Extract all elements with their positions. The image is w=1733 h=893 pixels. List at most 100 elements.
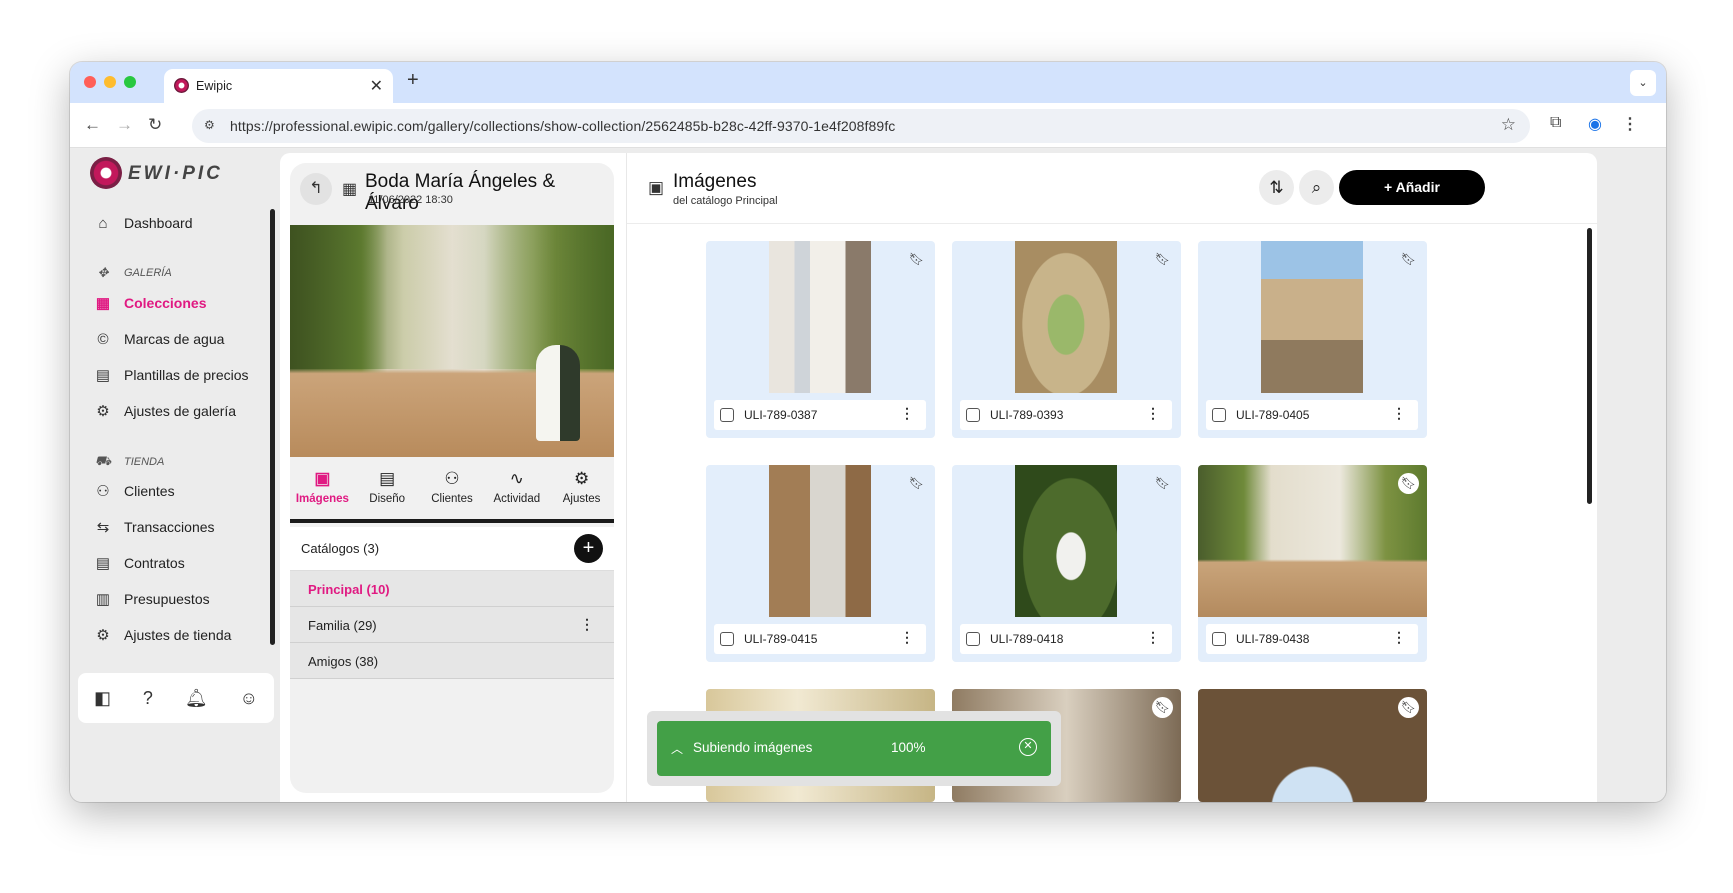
tab-label: Ajustes bbox=[562, 493, 601, 505]
sidebar-item-plantillas-de-precios[interactable]: ▤ Plantillas de precios bbox=[92, 361, 249, 389]
browser-menu-icon[interactable]: ⋮ bbox=[1622, 114, 1638, 134]
back-button[interactable]: ↰ bbox=[300, 173, 332, 205]
reload-icon[interactable]: ↻ bbox=[148, 115, 162, 135]
image-name: ULI-789-0438 bbox=[1236, 632, 1310, 646]
close-window-button[interactable] bbox=[84, 76, 96, 88]
chevron-up-icon[interactable]: ︿ bbox=[671, 740, 683, 757]
image-card-footer: ULI-789-0405 ⋮ bbox=[1206, 400, 1418, 430]
image-thumbnail[interactable] bbox=[1015, 465, 1117, 617]
image-card[interactable]: 🔖︎ ULI-789-0387 ⋮ bbox=[706, 241, 935, 438]
image-thumbnail[interactable] bbox=[1261, 241, 1363, 393]
select-checkbox[interactable] bbox=[720, 408, 734, 422]
image-more-icon[interactable]: ⋮ bbox=[900, 629, 914, 646]
bookmark-icon[interactable]: 🔖︎ bbox=[1398, 697, 1419, 718]
account-icon[interactable]: ☺ bbox=[240, 688, 258, 709]
catalog-item-familia[interactable]: Familia (29) ⋮ bbox=[290, 607, 614, 643]
sidebar-item-ajustes-de-galeria[interactable]: ⚙ Ajustes de galería bbox=[92, 397, 236, 425]
collection-date: 11/06/2022 18:30 bbox=[368, 194, 453, 206]
sidebar-item-contratos[interactable]: ▤ Contratos bbox=[92, 549, 185, 577]
tab-ajustes[interactable]: ⚙ Ajustes bbox=[549, 457, 614, 519]
bookmark-icon[interactable]: 🔖︎ bbox=[1398, 473, 1419, 494]
image-more-icon[interactable]: ⋮ bbox=[1146, 405, 1160, 422]
image-thumbnail[interactable] bbox=[1015, 241, 1117, 393]
sidebar-item-transacciones[interactable]: ⇆ Transacciones bbox=[92, 513, 215, 541]
image-card[interactable]: 🔖︎ ULI-789-0405 ⋮ bbox=[1198, 241, 1427, 438]
bookmark-icon[interactable]: 🔖︎ bbox=[1152, 473, 1173, 494]
tab-diseno[interactable]: ▤ Diseño bbox=[355, 457, 420, 519]
new-tab-button[interactable]: + bbox=[407, 69, 419, 92]
sidebar-scrollbar[interactable] bbox=[270, 209, 275, 645]
select-checkbox[interactable] bbox=[966, 408, 980, 422]
bookmark-icon[interactable]: 🔖︎ bbox=[1152, 697, 1173, 718]
image-more-icon[interactable]: ⋮ bbox=[1392, 405, 1406, 422]
select-checkbox[interactable] bbox=[966, 632, 980, 646]
search-button[interactable]: ⌕ bbox=[1299, 170, 1334, 205]
image-more-icon[interactable]: ⋮ bbox=[1146, 629, 1160, 646]
address-bar[interactable]: ⚙ https://professional.ewipic.com/galler… bbox=[192, 109, 1530, 143]
image-card[interactable]: 🔖︎ ULI-789-0415 ⋮ bbox=[706, 465, 935, 662]
bookmark-icon[interactable]: 🔖︎ bbox=[1152, 249, 1173, 270]
bookmark-icon[interactable]: 🔖︎ bbox=[1398, 249, 1419, 270]
image-thumbnail[interactable] bbox=[769, 241, 871, 393]
browser-toolbar: ← → ↻ ⚙ https://professional.ewipic.com/… bbox=[70, 103, 1666, 148]
image-card[interactable]: 🔖︎ ULI-789-0418 ⋮ bbox=[952, 465, 1181, 662]
sidebar-item-label: Contratos bbox=[124, 555, 185, 571]
sidebar-item-clientes[interactable]: ⚇ Clientes bbox=[92, 477, 174, 505]
bell-icon[interactable]: 🔔︎ bbox=[185, 688, 208, 709]
image-more-icon[interactable]: ⋮ bbox=[900, 405, 914, 422]
image-card[interactable]: 🔖︎ ULI-789-0438 ⋮ bbox=[1198, 465, 1427, 662]
help-icon[interactable]: ? bbox=[143, 688, 153, 709]
image-thumbnail[interactable] bbox=[769, 465, 871, 617]
image-more-icon[interactable]: ⋮ bbox=[1392, 629, 1406, 646]
select-checkbox[interactable] bbox=[1212, 632, 1226, 646]
sidebar-item-ajustes-de-tienda[interactable]: ⚙ Ajustes de tienda bbox=[92, 621, 231, 649]
add-catalog-button[interactable]: + bbox=[574, 534, 603, 563]
catalog-item-principal[interactable]: Principal (10) bbox=[290, 571, 614, 607]
tab-clientes[interactable]: ⚇ Clientes bbox=[420, 457, 485, 519]
minimize-window-button[interactable] bbox=[104, 76, 116, 88]
budget-icon: ▥ bbox=[95, 591, 111, 608]
close-tab-icon[interactable]: ✕ bbox=[370, 76, 383, 96]
select-checkbox[interactable] bbox=[1212, 408, 1226, 422]
browser-window: Ewipic ✕ + ⌄ ← → ↻ ⚙ https://professiona… bbox=[70, 62, 1666, 802]
catalog-item-amigos[interactable]: Amigos (38) bbox=[290, 643, 614, 679]
catalog-label: Amigos (38) bbox=[308, 654, 379, 669]
sidebar-item-marcas-de-agua[interactable]: © Marcas de agua bbox=[92, 325, 224, 353]
sidebar-item-dashboard[interactable]: ⌂ Dashboard bbox=[92, 209, 192, 237]
add-images-button[interactable]: + Añadir bbox=[1339, 170, 1485, 205]
image-card-footer: ULI-789-0393 ⋮ bbox=[960, 400, 1172, 430]
tab-actividad[interactable]: ∿ Actividad bbox=[484, 457, 549, 519]
sidebar-item-presupuestos[interactable]: ▥ Presupuestos bbox=[92, 585, 210, 613]
sidebar-item-colecciones[interactable]: ▦ Colecciones bbox=[92, 289, 207, 317]
catalog-more-icon[interactable]: ⋮ bbox=[580, 616, 594, 633]
images-scrollbar[interactable] bbox=[1587, 228, 1592, 504]
close-toast-icon[interactable]: ✕ bbox=[1019, 738, 1037, 756]
image-card[interactable]: 🔖︎ ULI-789-0393 ⋮ bbox=[952, 241, 1181, 438]
site-settings-icon[interactable]: ⚙ bbox=[204, 118, 215, 132]
sort-button[interactable]: ⇅ bbox=[1259, 170, 1294, 205]
collection-panel: ↰ ▦ Boda María Ángeles & Álvaro 11/06/20… bbox=[290, 163, 614, 793]
bookmark-icon[interactable]: 🔖︎ bbox=[906, 249, 927, 270]
select-checkbox[interactable] bbox=[720, 632, 734, 646]
image-thumbnail[interactable] bbox=[1198, 465, 1427, 617]
collapse-sidebar-icon[interactable]: ◧ bbox=[94, 688, 111, 709]
upload-toast[interactable]: ︿ Subiendo imágenes 100% ✕ bbox=[657, 721, 1051, 776]
bookmark-icon[interactable]: 🔖︎ bbox=[906, 473, 927, 494]
logo-text[interactable]: EWI·PIC bbox=[128, 163, 223, 185]
bookmark-star-icon[interactable]: ☆ bbox=[1501, 115, 1516, 135]
profile-icon[interactable]: ◉ bbox=[1588, 114, 1602, 134]
image-card[interactable]: 🔖︎ bbox=[1198, 689, 1427, 802]
url-text[interactable]: https://professional.ewipic.com/gallery/… bbox=[230, 118, 895, 134]
image-thumbnail[interactable] bbox=[1198, 689, 1427, 802]
maximize-window-button[interactable] bbox=[124, 76, 136, 88]
extensions-puzzle-icon[interactable]: ⧉ bbox=[1550, 114, 1561, 132]
back-arrow-icon[interactable]: ← bbox=[84, 115, 101, 135]
browser-tab[interactable]: Ewipic ✕ bbox=[164, 69, 393, 103]
ewipic-logo-icon[interactable] bbox=[90, 157, 122, 189]
tab-search-chevron-icon[interactable]: ⌄ bbox=[1630, 70, 1656, 96]
tab-imagenes[interactable]: ▣ Imágenes bbox=[290, 457, 355, 519]
collection-cover-image[interactable] bbox=[290, 225, 614, 457]
forward-arrow-icon[interactable]: → bbox=[116, 115, 133, 135]
image-name: ULI-789-0405 bbox=[1236, 408, 1310, 422]
app-sidebar: EWI·PIC ⌂ Dashboard ✥ GALERÍA ▦ Coleccio… bbox=[70, 149, 276, 802]
